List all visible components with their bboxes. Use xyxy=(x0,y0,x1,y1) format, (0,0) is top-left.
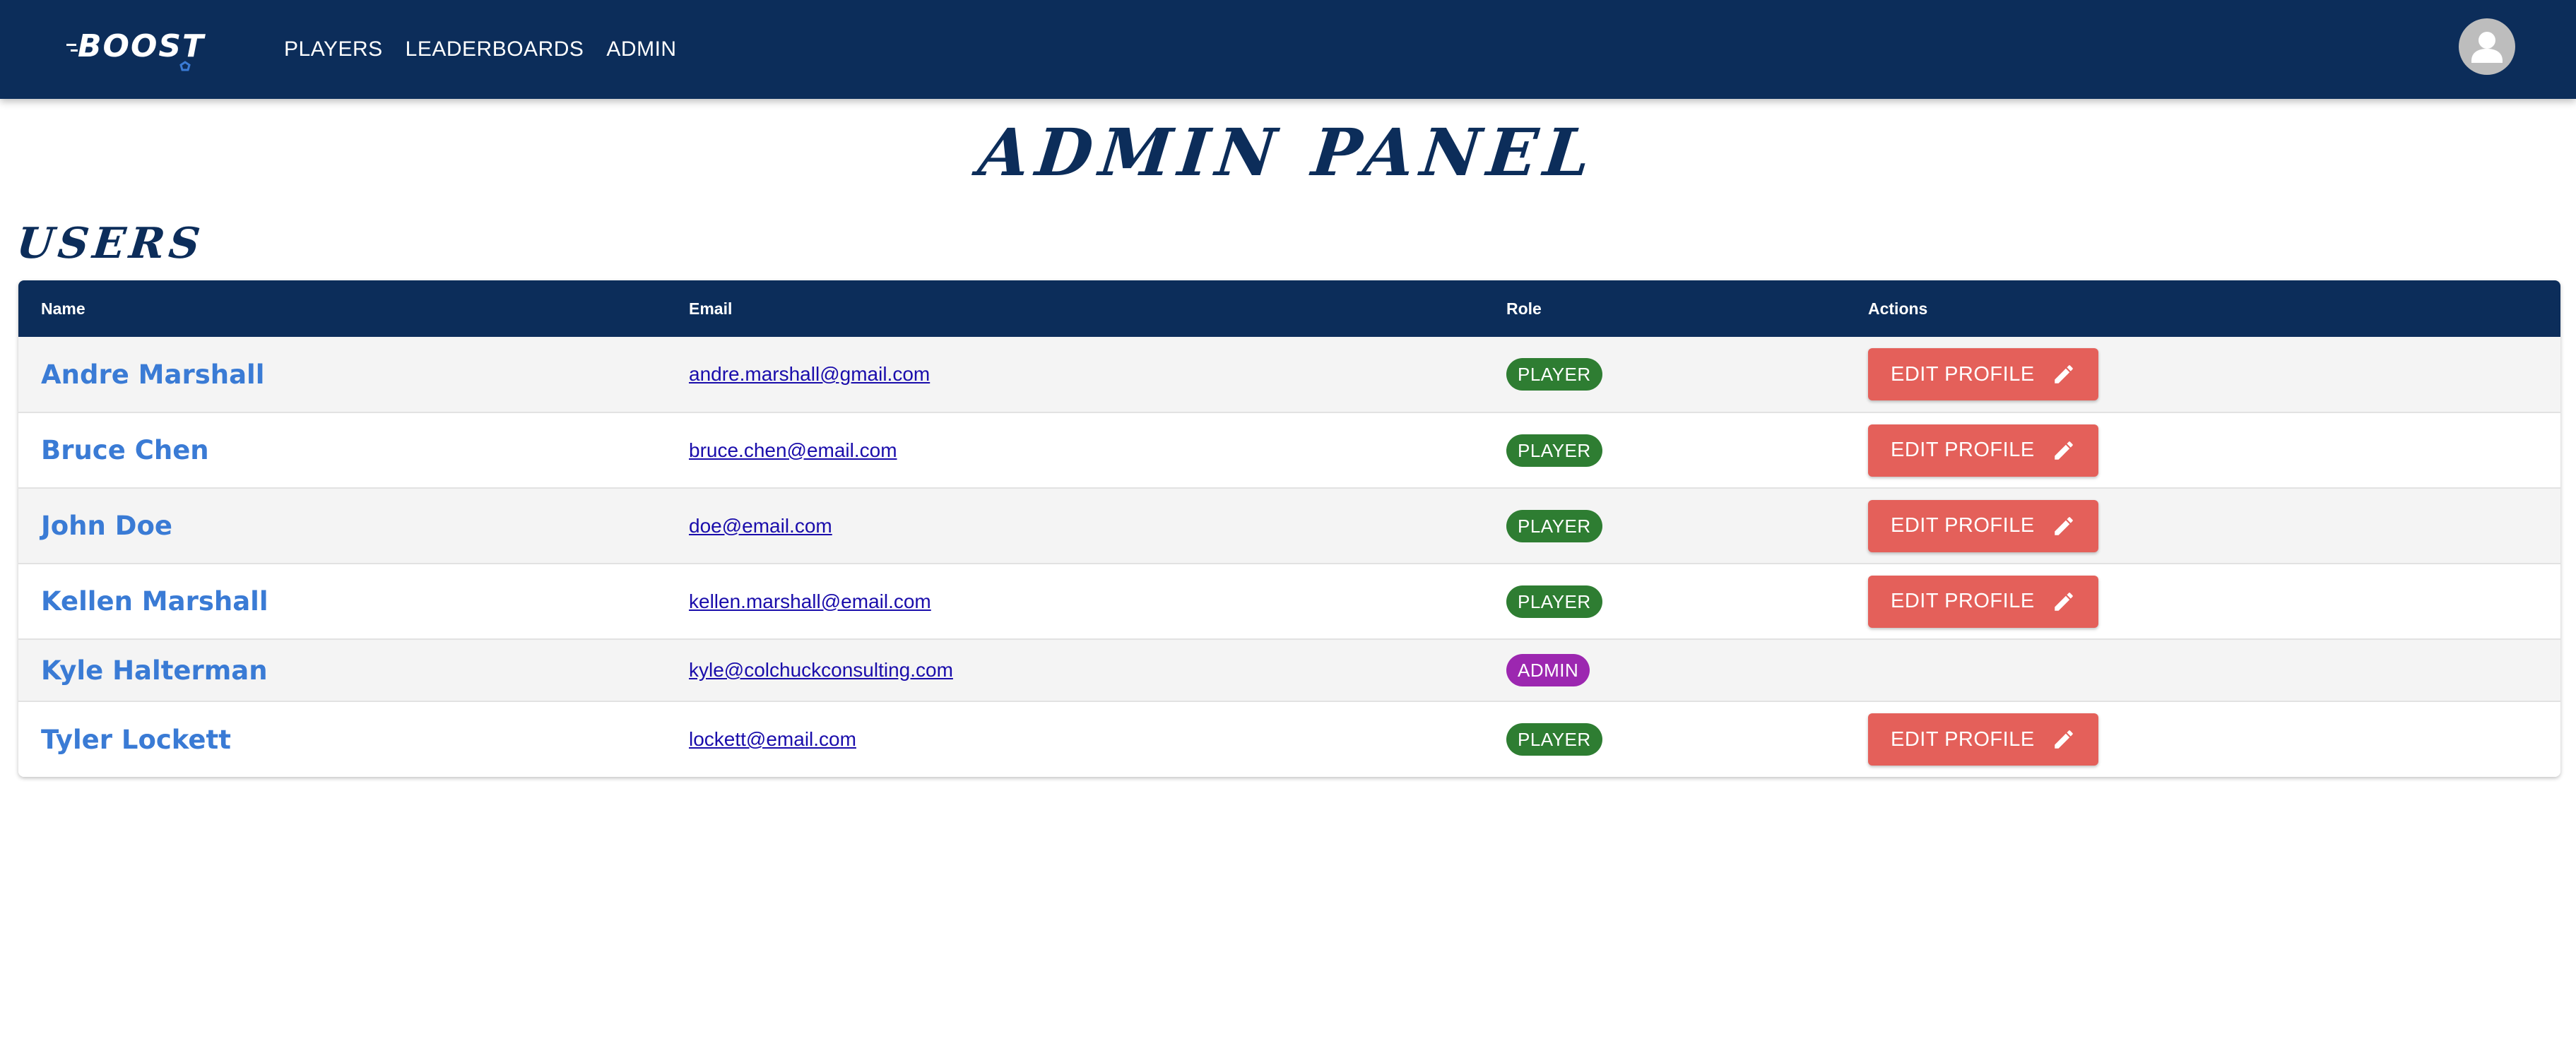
role-badge: PLAYER xyxy=(1506,585,1602,618)
table-header-row: Name Email Role Actions xyxy=(18,280,2560,337)
main-nav: PLAYERS LEADERBOARDS ADMIN xyxy=(284,0,677,99)
account-icon xyxy=(2471,32,2503,63)
users-table: Name Email Role Actions Andre Marshall a… xyxy=(18,280,2560,777)
actions-cell-empty xyxy=(1845,639,2560,701)
user-name-link[interactable]: Kyle Halterman xyxy=(41,655,268,686)
boost-logo[interactable]: BOOST xyxy=(65,24,206,75)
table-row: John Doe doe@email.com PLAYER EDIT PROFI… xyxy=(18,488,2560,564)
account-avatar[interactable] xyxy=(2459,18,2515,75)
table-row: Bruce Chen bruce.chen@email.com PLAYER E… xyxy=(18,412,2560,488)
app-bar: BOOST PLAYERS LEADERBOARDS ADMIN xyxy=(0,0,2576,99)
pencil-icon xyxy=(2054,365,2073,383)
column-header-role: Role xyxy=(1506,299,1542,318)
column-header-email: Email xyxy=(689,299,733,318)
table-row: Kellen Marshall kellen.marshall@email.co… xyxy=(18,564,2560,639)
edit-profile-button[interactable]: EDIT PROFILE xyxy=(1868,499,2098,552)
nav-admin[interactable]: ADMIN xyxy=(606,37,676,61)
pencil-icon xyxy=(2054,730,2073,749)
user-name-link[interactable]: Kellen Marshall xyxy=(41,586,268,617)
nav-leaderboards[interactable]: LEADERBOARDS xyxy=(406,37,584,61)
edit-profile-label: EDIT PROFILE xyxy=(1891,727,2035,751)
table-row: Andre Marshall andre.marshall@gmail.com … xyxy=(18,337,2560,412)
table-row: Tyler Lockett lockett@email.com PLAYER E… xyxy=(18,701,2560,777)
edit-profile-label: EDIT PROFILE xyxy=(1891,439,2035,461)
pencil-icon xyxy=(2054,441,2073,460)
role-badge: ADMIN xyxy=(1506,654,1590,686)
table-row: Kyle Halterman kyle@colchuckconsulting.c… xyxy=(18,639,2560,701)
users-table-card: Name Email Role Actions Andre Marshall a… xyxy=(18,280,2560,777)
user-name-link[interactable]: Andre Marshall xyxy=(41,359,264,390)
page-title: ADMIN PANEL xyxy=(974,114,1602,191)
edit-profile-label: EDIT PROFILE xyxy=(1891,362,2035,386)
user-email-link[interactable]: bruce.chen@email.com xyxy=(689,439,897,461)
edit-profile-button[interactable]: EDIT PROFILE xyxy=(1868,713,2098,766)
edit-profile-button[interactable]: EDIT PROFILE xyxy=(1868,424,2098,477)
nav-players[interactable]: PLAYERS xyxy=(284,37,383,61)
user-name-link[interactable]: John Doe xyxy=(41,511,172,541)
edit-profile-label: EDIT PROFILE xyxy=(1891,590,2035,612)
column-header-name: Name xyxy=(41,299,85,318)
user-email-link[interactable]: lockett@email.com xyxy=(689,728,856,750)
user-email-link[interactable]: kellen.marshall@email.com xyxy=(689,590,931,612)
pencil-icon xyxy=(2054,516,2073,535)
edit-profile-label: EDIT PROFILE xyxy=(1891,514,2035,537)
role-badge: PLAYER xyxy=(1506,358,1602,391)
role-badge: PLAYER xyxy=(1506,434,1602,467)
role-badge: PLAYER xyxy=(1506,509,1602,542)
user-name-link[interactable]: Tyler Lockett xyxy=(41,725,231,755)
user-email-link[interactable]: andre.marshall@gmail.com xyxy=(689,363,930,385)
pencil-icon xyxy=(2054,592,2073,611)
role-badge: PLAYER xyxy=(1506,723,1602,756)
logo-text: BOOST xyxy=(78,28,206,64)
column-header-actions: Actions xyxy=(1868,299,1928,318)
user-email-link[interactable]: kyle@colchuckconsulting.com xyxy=(689,659,953,681)
user-email-link[interactable]: doe@email.com xyxy=(689,515,832,537)
edit-profile-button[interactable]: EDIT PROFILE xyxy=(1868,575,2098,628)
section-title-users: USERS xyxy=(14,219,207,268)
user-name-link[interactable]: Bruce Chen xyxy=(41,435,209,465)
edit-profile-button[interactable]: EDIT PROFILE xyxy=(1868,348,2098,400)
